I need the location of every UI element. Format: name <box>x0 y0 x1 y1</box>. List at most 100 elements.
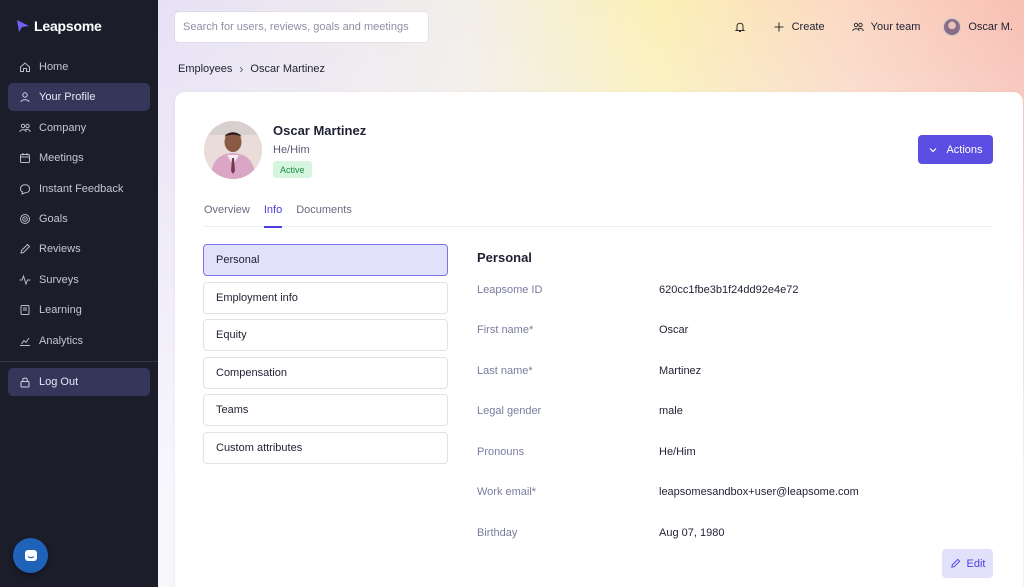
avatar <box>943 18 962 36</box>
search-input[interactable]: Search for users, reviews, goals and mee… <box>175 12 428 42</box>
section-custom-attributes[interactable]: Custom attributes <box>203 431 448 464</box>
section-compensation[interactable]: Compensation <box>203 356 448 389</box>
chart-icon <box>20 337 30 346</box>
user-menu-button[interactable]: Oscar M. <box>943 18 1013 36</box>
sidebar-item-instant-feedback[interactable]: Instant Feedback <box>8 175 150 203</box>
breadcrumb-employees-link[interactable]: Employees <box>178 63 232 75</box>
sidebar-divider <box>0 361 158 362</box>
field-value: male <box>659 405 683 417</box>
field-row-birthday: Birthday Aug 07, 1980 <box>477 527 957 539</box>
field-value: Martinez <box>659 365 702 377</box>
chat-launcher-button[interactable] <box>13 538 48 573</box>
edit-button[interactable]: Edit <box>942 549 993 578</box>
profile-tabs: Overview Info Documents <box>204 204 993 228</box>
profile-card: Oscar Martinez He/Him Active Actions Ove… <box>175 92 1023 587</box>
field-row-work-email: Work email* leapsomesandbox+user@leapsom… <box>477 486 957 498</box>
users-icon <box>19 123 31 132</box>
create-button[interactable]: Create <box>773 21 825 33</box>
profile-photo-image <box>204 121 262 179</box>
sidebar-item-label: Home <box>39 61 69 73</box>
field-row-leapsome-id: Leapsome ID 620cc1fbe3b1f24dd92e4e72 <box>477 284 957 296</box>
field-label: Leapsome ID <box>477 284 543 296</box>
sidebar-item-meetings[interactable]: Meetings <box>8 144 150 172</box>
leapsome-mark-icon <box>17 20 29 32</box>
section-teams[interactable]: Teams <box>203 394 448 427</box>
your-team-button[interactable]: Your team <box>851 21 921 33</box>
field-value: 620cc1fbe3b1f24dd92e4e72 <box>659 284 799 296</box>
field-label: Birthday <box>477 527 518 539</box>
bell-icon <box>734 22 745 32</box>
field-row-pronouns: Pronouns He/Him <box>477 446 957 458</box>
sidebar-item-reviews[interactable]: Reviews <box>8 235 150 263</box>
user-name: Oscar M. <box>968 21 1013 33</box>
field-value: Oscar <box>659 324 689 336</box>
edit-label: Edit <box>966 557 986 570</box>
tab-documents[interactable]: Documents <box>296 204 352 227</box>
actions-button[interactable]: Actions <box>918 135 993 164</box>
actions-label: Actions <box>946 143 983 156</box>
field-label: Legal gender <box>477 405 542 417</box>
sidebar: Leapsome Home Your Profile Company Meeti… <box>0 0 158 587</box>
pencil-icon <box>950 558 960 568</box>
sidebar-item-analytics[interactable]: Analytics <box>8 327 150 355</box>
chat-bubble-icon <box>19 183 31 195</box>
leapsome-logo[interactable]: Leapsome <box>16 18 102 34</box>
field-value: He/Him <box>659 446 696 458</box>
info-section-list: Personal Employment info Equity Compensa… <box>203 244 448 470</box>
tab-info[interactable]: Info <box>263 204 283 228</box>
profile-pronouns: He/Him <box>273 144 310 156</box>
sidebar-item-label: Reviews <box>39 243 81 256</box>
field-value: leapsomesandbox+user@leapsome.com <box>659 486 859 498</box>
field-label: Work email* <box>477 486 537 498</box>
home-icon <box>20 62 30 72</box>
sidebar-item-home[interactable]: Home <box>8 53 150 81</box>
main-area: Search for users, reviews, goals and mee… <box>158 0 1024 587</box>
field-row-first-name: First name* Oscar <box>477 324 957 336</box>
topbar: Create Your team Oscar M. <box>734 14 1024 40</box>
field-label: Pronouns <box>477 446 525 458</box>
create-label: Create <box>791 21 825 33</box>
plus-icon <box>774 22 784 32</box>
notifications-button[interactable] <box>734 21 746 33</box>
status-badge: Active <box>273 161 312 178</box>
logout-button[interactable]: Log Out <box>8 368 150 396</box>
target-icon <box>20 213 30 224</box>
book-icon <box>20 305 30 316</box>
pen-icon <box>20 244 31 254</box>
field-label: First name* <box>477 324 534 336</box>
field-row-last-name: Last name* Martinez <box>477 365 957 377</box>
field-row-legal-gender: Legal gender male <box>477 405 957 417</box>
pulse-icon <box>19 274 31 286</box>
sidebar-item-label: Analytics <box>39 334 84 347</box>
sidebar-item-label: Company <box>39 121 87 134</box>
app-name: Leapsome <box>34 18 102 34</box>
chat-icon <box>24 549 37 561</box>
sidebar-item-label: Meetings <box>39 152 84 165</box>
field-label: Last name* <box>477 365 533 377</box>
search-placeholder: Search for users, reviews, goals and mee… <box>183 21 409 33</box>
sidebar-nav: Home Your Profile Company Meetings Insta… <box>8 53 150 357</box>
section-employment-info[interactable]: Employment info <box>203 281 448 314</box>
sidebar-item-label: Goals <box>39 212 68 225</box>
section-personal[interactable]: Personal <box>203 244 448 276</box>
field-value: Aug 07, 1980 <box>659 527 725 539</box>
logout-label: Log Out <box>39 376 79 388</box>
sidebar-item-your-profile[interactable]: Your Profile <box>8 83 150 112</box>
sidebar-item-goals[interactable]: Goals <box>8 205 150 233</box>
calendar-icon <box>20 153 30 164</box>
user-icon <box>20 92 30 103</box>
sidebar-item-surveys[interactable]: Surveys <box>8 266 150 294</box>
sidebar-item-learning[interactable]: Learning <box>8 296 150 324</box>
team-icon <box>851 22 864 32</box>
profile-name: Oscar Martinez <box>273 123 367 138</box>
chevron-down-icon <box>930 147 937 152</box>
profile-photo <box>204 121 262 179</box>
breadcrumb: Employees › Oscar Martinez <box>178 62 325 76</box>
sidebar-item-label: Instant Feedback <box>39 182 124 195</box>
sidebar-item-company[interactable]: Company <box>8 114 150 142</box>
sidebar-item-label: Your Profile <box>39 91 96 104</box>
section-equity[interactable]: Equity <box>203 319 448 352</box>
tab-overview[interactable]: Overview <box>204 204 250 227</box>
lock-icon <box>20 377 30 388</box>
your-team-label: Your team <box>870 21 921 33</box>
